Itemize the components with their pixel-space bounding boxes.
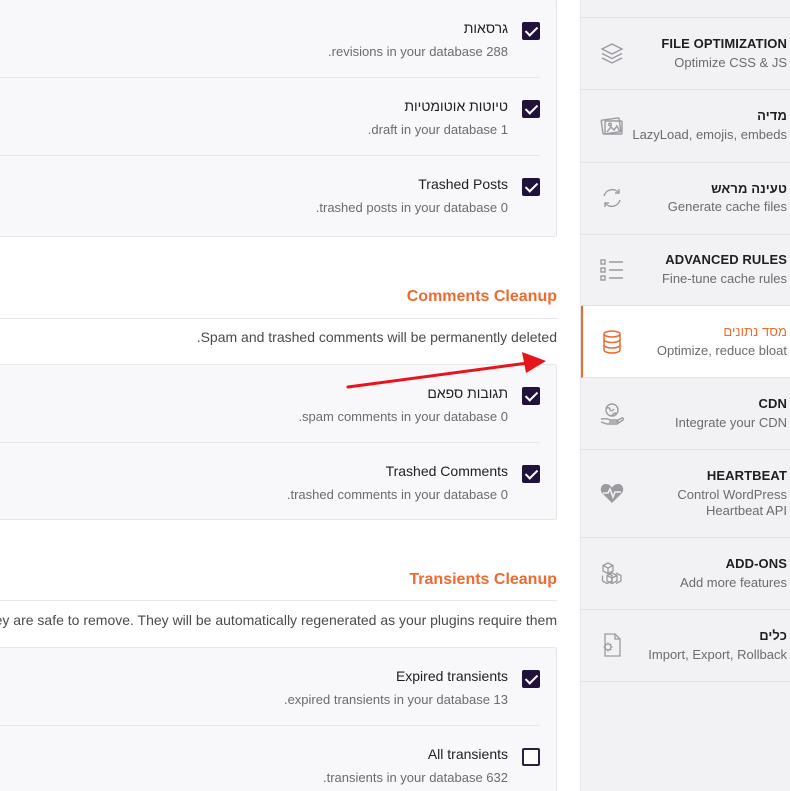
option-title: All transients	[427, 746, 508, 762]
list-icon	[600, 259, 623, 281]
images-icon	[600, 117, 623, 135]
option-description: .draft in your database 1	[367, 122, 508, 137]
option-row-revisions: גרסאות .revisions in your database 288	[0, 0, 540, 78]
sidebar-item-subtitle-line-1: Control WordPress	[677, 487, 787, 502]
sidebar-item-subtitle: Generate cache files	[667, 199, 787, 214]
sidebar-item-advanced-rules[interactable]: ADVANCED RULES Fine-tune cache rules	[581, 235, 790, 306]
sidebar-item-subtitle: LazyLoad, emojis, embeds	[632, 127, 787, 142]
sidebar-item-subtitle: Optimize CSS & JS	[674, 55, 787, 70]
sidebar-item-title: HEARTBEAT	[706, 468, 787, 483]
sidebar-item-database[interactable]: מסד נתונים Optimize, reduce bloat	[581, 306, 790, 378]
layers-icon	[600, 43, 624, 64]
option-row-trashed-comments: Trashed Comments .trashed comments in yo…	[0, 443, 540, 521]
transients-cleanup-panel: Expired transients .expired transients i…	[0, 647, 557, 791]
sidebar-item-subtitle: Integrate your CDN	[675, 415, 787, 430]
auto-drafts-checkbox[interactable]	[522, 100, 540, 118]
sidebar-item-preload[interactable]: טעינה מראש Generate cache files	[581, 163, 790, 235]
refresh-icon	[603, 188, 621, 208]
posts-cleanup-panel: גרסאות .revisions in your database 288 ט…	[0, 0, 557, 237]
option-title: תגובות ספאם	[427, 385, 508, 401]
option-description: .trashed comments in your database 0	[286, 487, 508, 502]
sidebar-item-subtitle-line-2: Heartbeat API	[706, 503, 787, 518]
section-divider	[0, 600, 557, 601]
section-divider	[0, 318, 557, 319]
revisions-checkbox[interactable]	[522, 22, 540, 40]
option-description: .trashed posts in your database 0	[315, 200, 508, 215]
file-gear-icon	[603, 633, 621, 657]
option-row-all-transients: All transients .transients in your datab…	[0, 726, 540, 791]
option-description: .expired transients in your database 13	[283, 692, 508, 707]
cubes-icon	[601, 562, 622, 585]
sidebar-item-subtitle: Add more features	[680, 575, 787, 590]
sidebar-item-title: ADD-ONS	[725, 556, 787, 571]
database-icon	[603, 330, 621, 354]
sidebar-item-cdn[interactable]: CDN Integrate your CDN	[581, 378, 790, 450]
option-title: Trashed Comments	[385, 463, 508, 479]
sidebar-item-file-optimization[interactable]: FILE OPTIMIZATION Optimize CSS & JS	[581, 17, 790, 90]
sidebar-item-media[interactable]: מדיה LazyLoad, emojis, embeds	[581, 90, 790, 163]
settings-sidebar: FILE OPTIMIZATION Optimize CSS & JS מדיה…	[580, 0, 790, 791]
option-description: .transients in your database 632	[322, 770, 508, 785]
spam-comments-checkbox[interactable]	[522, 387, 540, 405]
option-description: .spam comments in your database 0	[298, 409, 508, 424]
option-row-spam-comments: תגובות ספאם .spam comments in your datab…	[0, 365, 540, 443]
option-description: .revisions in your database 288	[328, 44, 508, 59]
option-row-auto-drafts: טיוטות אוטומטיות .draft in your database…	[0, 78, 540, 156]
sidebar-item-tools[interactable]: כלים Import, Export, Rollback	[581, 610, 790, 682]
sidebar-item-subtitle: Fine-tune cache rules	[661, 271, 787, 286]
comments-cleanup-title: Comments Cleanup	[406, 288, 557, 305]
sidebar-item-title: מסד נתונים	[723, 324, 787, 339]
sidebar-item-title: מדיה	[757, 108, 787, 123]
transients-cleanup-title: Transients Cleanup	[409, 571, 557, 588]
option-row-expired-transients: Expired transients .expired transients i…	[0, 648, 540, 726]
option-title: טיוטות אוטומטיות	[404, 98, 508, 114]
comments-cleanup-description: .Spam and trashed comments will be perma…	[196, 329, 557, 345]
sidebar-item-title: ADVANCED RULES	[665, 252, 787, 267]
option-title: Expired transients	[395, 668, 508, 684]
sidebar-item-title: כלים	[759, 628, 787, 643]
sidebar-item-subtitle: Import, Export, Rollback	[648, 647, 787, 662]
trashed-comments-checkbox[interactable]	[522, 465, 540, 483]
sidebar-item-title: CDN	[758, 396, 787, 411]
globe-hand-icon	[600, 403, 625, 425]
option-title: Trashed Posts	[418, 176, 508, 192]
sidebar-item-title: FILE OPTIMIZATION	[661, 36, 787, 51]
comments-cleanup-panel: תגובות ספאם .spam comments in your datab…	[0, 364, 557, 520]
expired-transients-checkbox[interactable]	[522, 670, 540, 688]
transients-cleanup-description: ey are safe to remove. They will be auto…	[0, 612, 557, 628]
heartbeat-icon	[600, 483, 624, 503]
sidebar-item-title: טעינה מראש	[711, 181, 787, 196]
option-title: גרסאות	[463, 20, 508, 36]
all-transients-checkbox[interactable]	[522, 748, 540, 766]
sidebar-item-add-ons[interactable]: ADD-ONS Add more features	[581, 538, 790, 610]
option-row-trashed-posts: Trashed Posts .trashed posts in your dat…	[0, 156, 540, 234]
sidebar-item-subtitle: Optimize, reduce bloat	[656, 343, 787, 358]
sidebar-item-heartbeat[interactable]: HEARTBEAT Control WordPress Heartbeat AP…	[581, 450, 790, 538]
trashed-posts-checkbox[interactable]	[522, 178, 540, 196]
main-content: גרסאות .revisions in your database 288 ט…	[0, 0, 580, 791]
